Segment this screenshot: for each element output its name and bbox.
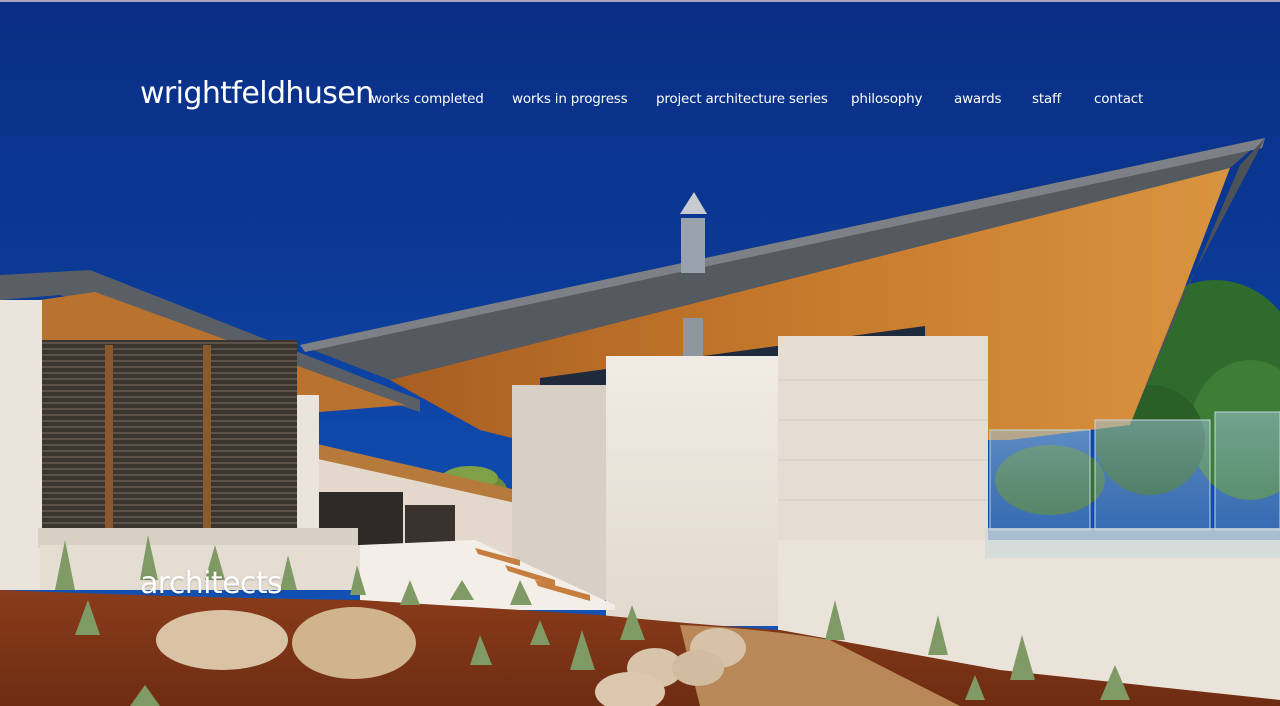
brand-logo-link[interactable]: wrightfeldhusen — [140, 76, 374, 111]
nav-works-completed[interactable]: works completed — [371, 91, 484, 107]
glass-balustrade — [985, 411, 1280, 558]
hero-tagline: architects — [140, 566, 283, 601]
left-wing — [0, 270, 420, 590]
nav-project-architecture-series[interactable]: project architecture series — [656, 91, 828, 107]
hero-banner: wrightfeldhusen works completed works in… — [0, 0, 1280, 706]
nav-awards[interactable]: awards — [954, 91, 1002, 107]
nav-contact[interactable]: contact — [1094, 91, 1143, 107]
nav-works-in-progress[interactable]: works in progress — [512, 91, 628, 107]
nav-philosophy[interactable]: philosophy — [851, 91, 922, 107]
nav-staff[interactable]: staff — [1032, 91, 1061, 107]
